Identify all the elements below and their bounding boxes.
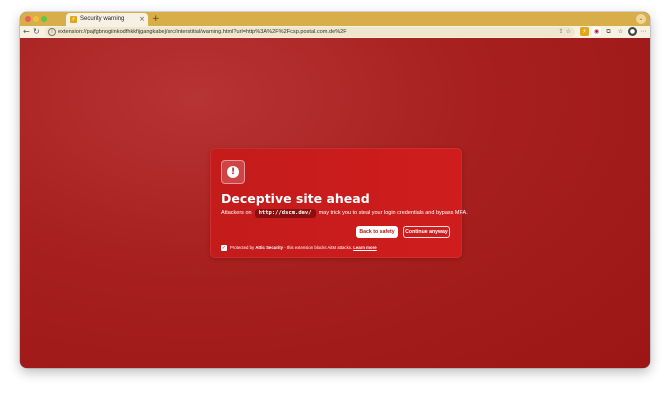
warning-description: Attackers on http://dscm.dev/may trick yo… xyxy=(221,209,468,218)
warning-card: ! Deceptive site ahead Attackers on http:… xyxy=(210,148,468,258)
check-icon: ✓ xyxy=(221,244,227,251)
blocked-domain: http://dscm.dev/ xyxy=(254,209,316,218)
minimize-window-button[interactable] xyxy=(33,16,39,22)
close-window-button[interactable] xyxy=(25,16,31,22)
tab-security-warning[interactable]: ⚡ Security warning × xyxy=(66,13,148,26)
new-tab-button[interactable]: + xyxy=(152,13,160,25)
address-bar[interactable]: i extension://pajfgbnogiinkodfhkkfijgang… xyxy=(45,27,575,37)
address-bar-actions: ⇪ ☆ xyxy=(559,27,571,37)
extension-icon[interactable]: ⚡ xyxy=(580,27,589,36)
alert-icon: ! xyxy=(227,166,239,178)
page-title: Deceptive site ahead xyxy=(221,191,370,206)
bookmark-star-icon[interactable]: ☆ xyxy=(566,28,571,35)
puzzle-extensions-icon[interactable]: ⧉ xyxy=(604,27,613,36)
warning-icon-box: ! xyxy=(221,160,245,184)
site-info-icon[interactable]: i xyxy=(48,28,56,36)
tab-bar: ⚡ Security warning × + ⌄ xyxy=(20,12,650,26)
profile-avatar[interactable]: ● xyxy=(628,27,637,36)
maximize-window-button[interactable] xyxy=(41,16,47,22)
tab-search-icon[interactable]: ⌄ xyxy=(636,14,646,24)
brand-name: Attic Security xyxy=(255,245,284,250)
learn-more-link[interactable]: Learn more xyxy=(353,245,376,250)
continue-anyway-button[interactable]: Continue anyway xyxy=(403,226,450,238)
menu-icon[interactable]: ⋯ xyxy=(639,27,648,36)
protected-by-footer: ✓ Protected by Attic Security - this exte… xyxy=(221,244,377,251)
reload-icon[interactable]: ↻ xyxy=(33,26,40,38)
back-icon[interactable]: ← xyxy=(23,26,30,38)
share-icon[interactable]: ⇪ xyxy=(559,28,564,35)
address-url: extension://pajfgbnogiinkodfhkkfijgangka… xyxy=(58,29,347,35)
tab-close-icon[interactable]: × xyxy=(139,14,145,24)
browser-window: ⚡ Security warning × + ⌄ ← ↻ i extension… xyxy=(20,12,650,368)
tab-title: Security warning xyxy=(80,16,125,22)
star-icon[interactable]: ☆ xyxy=(616,27,625,36)
back-to-safety-button[interactable]: Back to safety xyxy=(356,226,398,238)
shield-extension-icon[interactable]: ◉ xyxy=(592,27,601,36)
extension-favicon-icon: ⚡ xyxy=(70,16,77,23)
page-content: ! Deceptive site ahead Attackers on http:… xyxy=(20,38,650,368)
